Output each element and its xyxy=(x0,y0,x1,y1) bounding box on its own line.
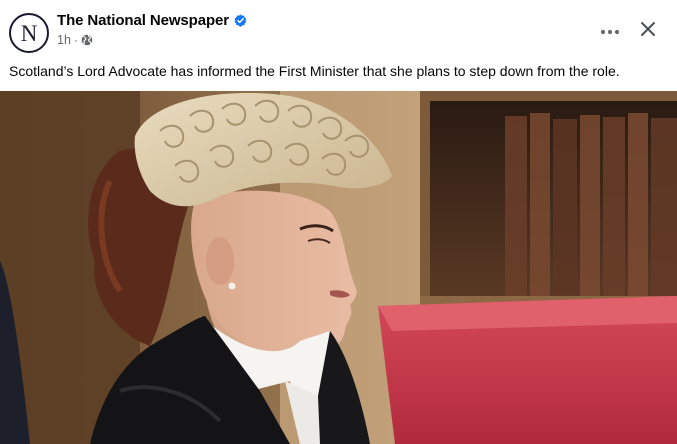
page-name-link[interactable]: The National Newspaper xyxy=(57,12,229,29)
facebook-post: N The National Newspaper 1h · Scotland’s… xyxy=(0,0,677,444)
post-photo[interactable] xyxy=(0,91,677,444)
post-text: Scotland’s Lord Advocate has informed th… xyxy=(9,63,620,79)
close-post-button[interactable] xyxy=(632,15,664,47)
avatar-letter: N xyxy=(20,21,38,46)
verified-badge-icon xyxy=(234,14,247,27)
more-horizontal-icon xyxy=(600,22,620,40)
post-header: N The National Newspaper 1h · xyxy=(0,0,677,58)
globe-icon[interactable] xyxy=(81,34,93,46)
page-name-row: The National Newspaper xyxy=(57,12,247,29)
close-icon xyxy=(640,21,656,42)
post-meta: 1h · xyxy=(57,33,93,47)
more-options-button[interactable] xyxy=(594,17,626,45)
page-avatar[interactable]: N xyxy=(9,13,49,53)
meta-separator: · xyxy=(73,33,78,47)
post-timestamp[interactable]: 1h xyxy=(57,33,71,47)
